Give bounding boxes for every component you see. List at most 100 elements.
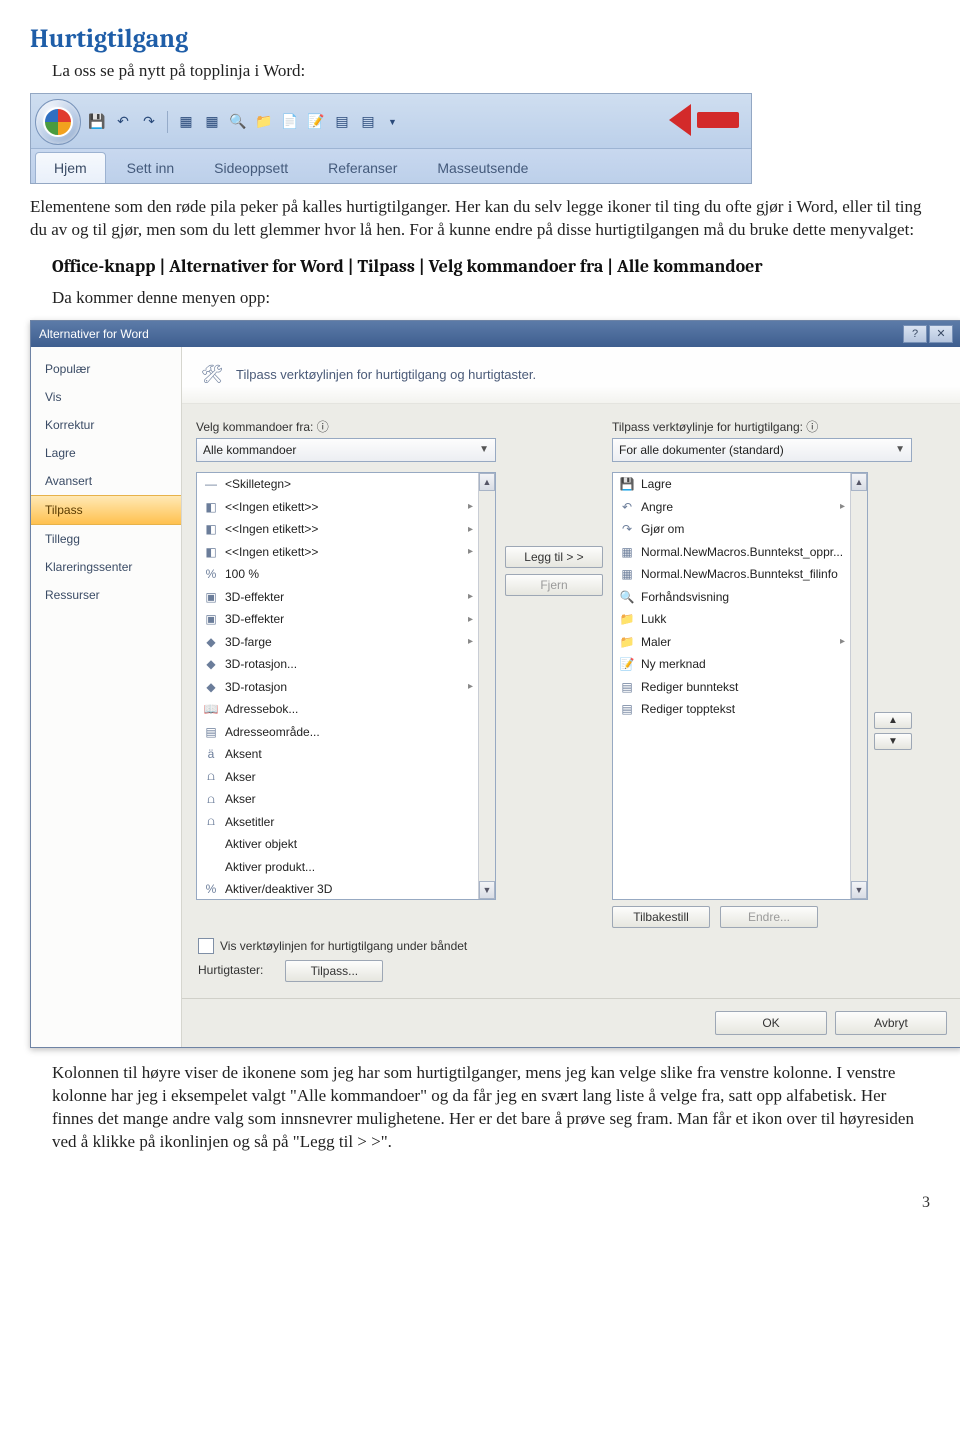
command-icon: ↶ <box>619 499 635 515</box>
list-item[interactable]: ▤Rediger bunntekst <box>613 675 851 698</box>
list-item[interactable]: %Aktiver/deaktiver 3D <box>197 878 479 899</box>
command-icon: ▦ <box>619 566 635 582</box>
list-item[interactable]: 📁Maler▸ <box>613 630 851 653</box>
command-icon: ▤ <box>203 724 219 740</box>
list-item[interactable]: ◆3D-rotasjon▸ <box>197 675 479 698</box>
list-item[interactable]: ▦Normal.NewMacros.Bunntekst_oppr... <box>613 540 851 563</box>
sidebar-item-klareringssenter[interactable]: Klareringssenter <box>31 553 181 581</box>
sidebar-item-ressurser[interactable]: Ressurser <box>31 581 181 609</box>
current-qat-listbox[interactable]: 💾Lagre↶Angre▸↷Gjør om▦Normal.NewMacros.B… <box>612 472 868 900</box>
list-item[interactable]: äAksent <box>197 743 479 766</box>
listbox-scrollbar[interactable]: ▲ ▼ <box>850 473 867 899</box>
footer-icon[interactable]: ▤ <box>332 112 352 132</box>
list-item[interactable]: ⩍Aksetitler <box>197 810 479 833</box>
ok-button[interactable]: OK <box>715 1011 827 1035</box>
chevron-down-icon: ▼ <box>479 444 489 455</box>
list-item[interactable]: 📁Lukk <box>613 608 851 631</box>
customize-for-dropdown[interactable]: For alle dokumenter (standard) ▼ <box>612 438 912 462</box>
list-item[interactable]: —<Skilletegn> <box>197 473 479 496</box>
red-arrow-annotation <box>669 108 739 132</box>
list-item[interactable]: ⩍Akser <box>197 788 479 811</box>
undo-icon[interactable]: ↶ <box>113 112 133 132</box>
command-icon: ⩍ <box>203 791 219 807</box>
reset-button[interactable]: Tilbakestill <box>612 906 710 928</box>
list-item[interactable]: ↷Gjør om <box>613 518 851 541</box>
redo-icon[interactable]: ↷ <box>139 112 159 132</box>
add-button[interactable]: Legg til > > <box>505 546 603 568</box>
list-item[interactable]: Aktiver produkt... <box>197 855 479 878</box>
list-item[interactable]: ◧<<Ingen etikett>>▸ <box>197 540 479 563</box>
macro1-icon[interactable]: ▦ <box>176 112 196 132</box>
ribbon-tab-masseutsende[interactable]: Masseutsende <box>418 152 547 183</box>
list-item[interactable]: ◧<<Ingen etikett>>▸ <box>197 495 479 518</box>
remove-button[interactable]: Fjern <box>505 574 603 596</box>
list-item[interactable]: %100 % <box>197 563 479 586</box>
sidebar-item-tilpass[interactable]: Tilpass <box>31 495 181 525</box>
macro2-icon[interactable]: ▦ <box>202 112 222 132</box>
scroll-up-icon[interactable]: ▲ <box>479 473 495 491</box>
show-below-ribbon-checkbox[interactable]: Vis verktøylinjen for hurtigtilgang unde… <box>198 938 467 954</box>
list-item-label: Adresseområde... <box>225 725 320 739</box>
list-item-label: Akser <box>225 770 256 784</box>
scroll-down-icon[interactable]: ▼ <box>479 881 495 899</box>
ribbon-tab-referanser[interactable]: Referanser <box>309 152 416 183</box>
office-logo-icon <box>43 107 73 137</box>
sidebar-item-korrektur[interactable]: Korrektur <box>31 411 181 439</box>
list-item-label: <<Ingen etikett>> <box>225 500 318 514</box>
header-icon[interactable]: ▤ <box>358 112 378 132</box>
list-item[interactable]: Aktiver objekt <box>197 833 479 856</box>
list-item[interactable]: ◧<<Ingen etikett>>▸ <box>197 518 479 541</box>
ribbon-tab-hjem[interactable]: Hjem <box>35 152 106 183</box>
list-item[interactable]: 🔍Forhåndsvisning <box>613 585 851 608</box>
checkbox-label: Vis verktøylinjen for hurtigtilgang unde… <box>220 939 467 953</box>
ribbon-tab-sett-inn[interactable]: Sett inn <box>108 152 193 183</box>
command-icon <box>203 859 219 875</box>
cancel-button[interactable]: Avbryt <box>835 1011 947 1035</box>
help-button[interactable]: ? <box>903 325 927 343</box>
list-item-label: <<Ingen etikett>> <box>225 522 318 536</box>
list-item[interactable]: ⩍Akser <box>197 765 479 788</box>
list-item[interactable]: ▣3D-effekter▸ <box>197 608 479 631</box>
qat-dropdown-icon[interactable]: ▼ <box>388 117 397 127</box>
close-icon[interactable]: 📁 <box>254 112 274 132</box>
save-icon[interactable]: 💾 <box>87 112 107 132</box>
list-item[interactable]: ▤ Adresseområde... <box>197 720 479 743</box>
list-item-label: <<Ingen etikett>> <box>225 545 318 559</box>
sidebar-item-tillegg[interactable]: Tillegg <box>31 525 181 553</box>
word-icon[interactable]: 📄 <box>280 112 300 132</box>
list-item[interactable]: ▦ Normal.NewMacros.Bunntekst_filinfo <box>613 563 851 586</box>
command-icon: 💾 <box>619 476 635 492</box>
list-item[interactable]: 💾Lagre <box>613 473 851 496</box>
sidebar-item-vis[interactable]: Vis <box>31 383 181 411</box>
commands-from-dropdown[interactable]: Alle kommandoer ▼ <box>196 438 496 462</box>
office-button[interactable] <box>35 99 81 145</box>
sidebar-item-lagre[interactable]: Lagre <box>31 439 181 467</box>
scroll-up-icon[interactable]: ▲ <box>851 473 867 491</box>
list-item[interactable]: ▣3D-effekter▸ <box>197 585 479 608</box>
list-item[interactable]: ◆3D-farge▸ <box>197 630 479 653</box>
move-down-button[interactable]: ▼ <box>874 733 912 750</box>
sidebar-item-avansert[interactable]: Avansert <box>31 467 181 495</box>
command-icon: ▣ <box>203 611 219 627</box>
list-item[interactable]: 📝Ny merknad <box>613 653 851 676</box>
modify-button[interactable]: Endre... <box>720 906 818 928</box>
list-item-label: Normal.NewMacros.Bunntekst_filinfo <box>641 567 838 581</box>
command-icon: 📝 <box>619 656 635 672</box>
list-item[interactable]: ↶Angre▸ <box>613 495 851 518</box>
preview-icon[interactable]: 🔍 <box>228 112 248 132</box>
list-item[interactable]: ▤Rediger topptekst <box>613 698 851 721</box>
listbox-scrollbar[interactable]: ▲ ▼ <box>478 473 495 899</box>
comment-icon[interactable]: 📝 <box>306 112 326 132</box>
available-commands-listbox[interactable]: —<Skilletegn>◧<<Ingen etikett>>▸◧<<Ingen… <box>196 472 496 900</box>
ribbon-tab-sideoppsett[interactable]: Sideoppsett <box>195 152 307 183</box>
close-window-button[interactable]: ✕ <box>929 325 953 343</box>
list-item[interactable]: 📖Adressebok... <box>197 698 479 721</box>
move-up-button[interactable]: ▲ <box>874 712 912 729</box>
command-icon: ◧ <box>203 521 219 537</box>
list-item-label: 100 % <box>225 567 259 581</box>
shortcuts-customize-button[interactable]: Tilpass... <box>285 960 383 982</box>
command-icon: 📁 <box>619 611 635 627</box>
scroll-down-icon[interactable]: ▼ <box>851 881 867 899</box>
list-item[interactable]: ◆3D-rotasjon... <box>197 653 479 676</box>
sidebar-item-populær[interactable]: Populær <box>31 355 181 383</box>
